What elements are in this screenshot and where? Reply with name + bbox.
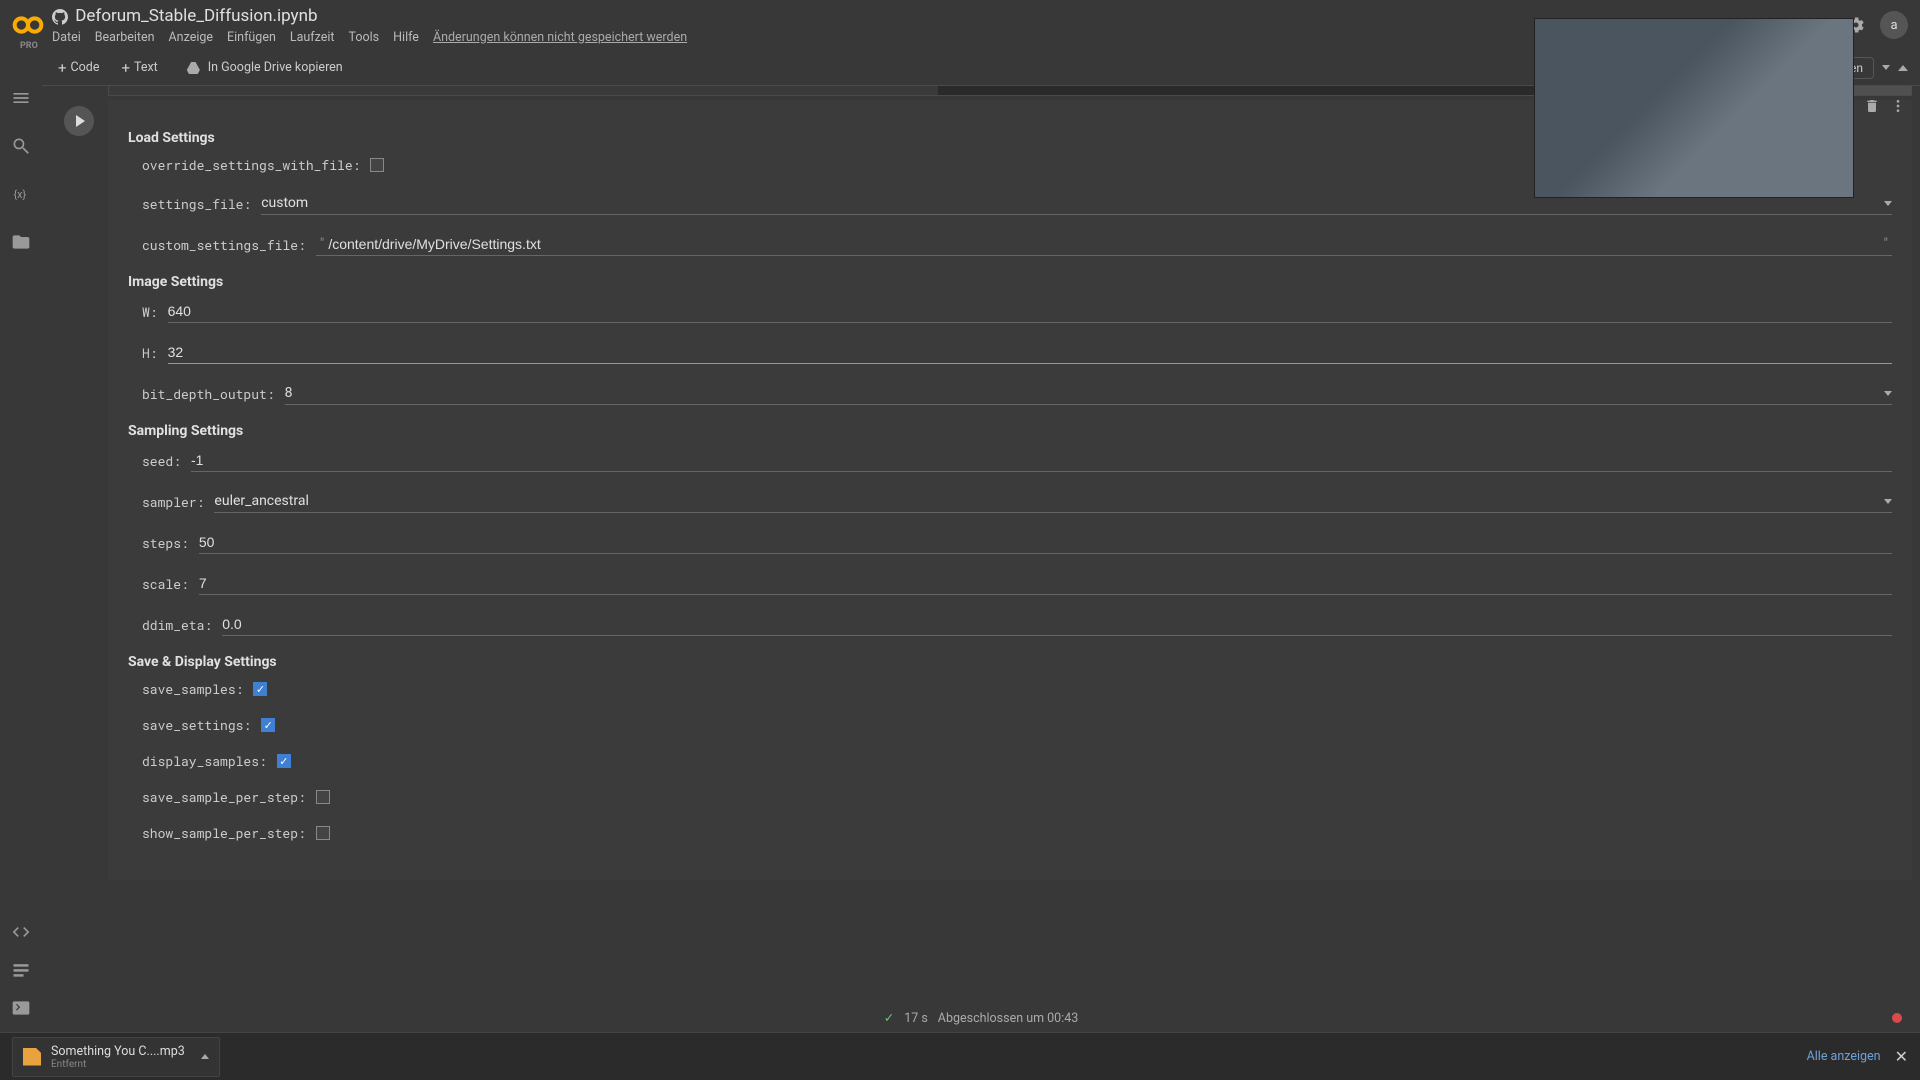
- h-label: H:: [142, 344, 158, 362]
- steps-input[interactable]: [199, 531, 1892, 554]
- override-label: override_settings_with_file:: [142, 156, 360, 174]
- status-bar: ✓ 17 s Abgeschlossen um 00:43: [42, 1004, 1920, 1032]
- menu-laufzeit[interactable]: Laufzeit: [290, 30, 335, 45]
- menu-hilfe[interactable]: Hilfe: [393, 30, 419, 45]
- ddim-eta-label: ddim_eta:: [142, 616, 212, 634]
- scale-input[interactable]: [199, 572, 1892, 595]
- image-settings-title: Image Settings: [128, 274, 1892, 290]
- save-sample-per-step-label: save_sample_per_step:: [142, 788, 306, 806]
- status-text: Abgeschlossen um 00:43: [938, 1011, 1079, 1026]
- sampler-label: sampler:: [142, 493, 204, 511]
- files-icon[interactable]: [9, 230, 33, 254]
- menu-bearbeiten[interactable]: Bearbeiten: [95, 30, 155, 45]
- menu-einfuegen[interactable]: Einfügen: [227, 30, 276, 45]
- menu-tools[interactable]: Tools: [349, 30, 380, 45]
- form-cell: Load Settings override_settings_with_fil…: [108, 100, 1912, 880]
- status-time: 17 s: [904, 1011, 928, 1026]
- delete-cell-icon[interactable]: [1864, 98, 1880, 118]
- command-palette-icon[interactable]: [9, 958, 33, 982]
- bit-depth-label: bit_depth_output:: [142, 385, 275, 403]
- sampler-select[interactable]: euler_ancestral: [214, 490, 1892, 513]
- chevron-down-icon: [1884, 499, 1892, 504]
- chevron-down-icon: [1884, 201, 1892, 206]
- display-samples-checkbox[interactable]: [277, 754, 291, 768]
- svg-text:{x}: {x}: [14, 188, 27, 201]
- cell: Load Settings override_settings_with_fil…: [50, 100, 1912, 880]
- seed-input[interactable]: [191, 449, 1892, 472]
- add-text-button[interactable]: +Text: [113, 55, 165, 81]
- display-samples-label: display_samples:: [142, 752, 267, 770]
- notebook-title[interactable]: Deforum_Stable_Diffusion.ipynb: [75, 6, 317, 26]
- custom-settings-file-label: custom_settings_file:: [142, 236, 306, 254]
- show-all-downloads[interactable]: Alle anzeigen: [1807, 1049, 1881, 1064]
- download-item[interactable]: Something You C....mp3 Entfernt: [12, 1037, 220, 1077]
- github-icon: [52, 9, 68, 25]
- menu-datei[interactable]: Datei: [52, 30, 81, 45]
- main: Load Settings override_settings_with_fil…: [42, 86, 1920, 1032]
- download-status: Entfernt: [51, 1059, 185, 1070]
- search-icon[interactable]: [9, 134, 33, 158]
- seed-label: seed:: [142, 452, 181, 470]
- code-snippets-icon[interactable]: [9, 920, 33, 944]
- h-input[interactable]: [168, 341, 1892, 364]
- connect-dropdown-icon[interactable]: [1882, 65, 1890, 70]
- chevron-up-icon[interactable]: [201, 1054, 209, 1059]
- save-samples-label: save_samples:: [142, 680, 243, 698]
- sampling-settings-title: Sampling Settings: [128, 423, 1892, 439]
- file-icon: [23, 1048, 41, 1066]
- ddim-eta-input[interactable]: [222, 613, 1892, 636]
- left-sidebar: {x}: [0, 50, 42, 1032]
- check-icon: ✓: [884, 1010, 894, 1026]
- variables-icon[interactable]: {x}: [9, 182, 33, 206]
- collapse-icon[interactable]: [1898, 65, 1908, 71]
- custom-settings-file-input[interactable]: [328, 233, 1879, 255]
- scale-label: scale:: [142, 575, 189, 593]
- chevron-down-icon: [1884, 391, 1892, 396]
- drive-icon: [186, 60, 202, 76]
- terminal-icon[interactable]: [9, 996, 33, 1020]
- download-filename: Something You C....mp3: [51, 1044, 185, 1059]
- colab-logo: PRO: [12, 9, 44, 41]
- save-sample-per-step-checkbox[interactable]: [316, 790, 330, 804]
- close-icon[interactable]: ✕: [1895, 1047, 1908, 1066]
- run-cell-button[interactable]: [64, 106, 94, 136]
- menu-anzeige[interactable]: Anzeige: [169, 30, 213, 45]
- toc-icon[interactable]: [9, 86, 33, 110]
- more-cell-icon[interactable]: [1890, 98, 1906, 118]
- downloads-bar: Something You C....mp3 Entfernt Alle anz…: [0, 1032, 1920, 1080]
- save-samples-checkbox[interactable]: [253, 682, 267, 696]
- bit-depth-select[interactable]: 8: [285, 382, 1892, 405]
- webcam-overlay: [1534, 18, 1854, 198]
- save-warning[interactable]: Änderungen können nicht gespeichert werd…: [433, 30, 687, 45]
- add-code-button[interactable]: +Code: [50, 55, 107, 81]
- save-display-title: Save & Display Settings: [128, 654, 1892, 670]
- show-sample-per-step-checkbox[interactable]: [316, 826, 330, 840]
- settings-file-label: settings_file:: [142, 195, 251, 213]
- save-settings-label: save_settings:: [142, 716, 251, 734]
- recording-indicator-icon: [1892, 1013, 1902, 1023]
- custom-settings-file-field[interactable]: " ": [316, 233, 1892, 256]
- avatar[interactable]: a: [1880, 11, 1908, 39]
- w-label: W:: [142, 303, 158, 321]
- copy-to-drive-button[interactable]: In Google Drive kopieren: [178, 56, 351, 80]
- show-sample-per-step-label: show_sample_per_step:: [142, 824, 306, 842]
- steps-label: steps:: [142, 534, 189, 552]
- save-settings-checkbox[interactable]: [261, 718, 275, 732]
- w-input[interactable]: [168, 300, 1892, 323]
- override-checkbox[interactable]: [370, 158, 384, 172]
